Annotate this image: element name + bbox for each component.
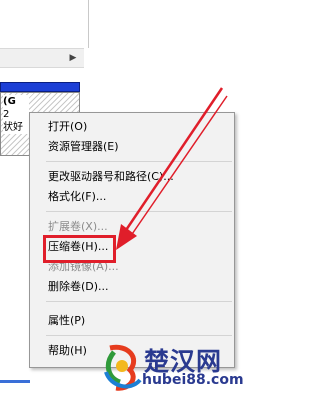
site-watermark: 楚汉网 hubei88.com <box>100 340 264 394</box>
annotation-arrow <box>116 87 228 250</box>
watermark-url: hubei88.com <box>142 372 244 388</box>
watermark-logo-icon <box>104 344 142 391</box>
